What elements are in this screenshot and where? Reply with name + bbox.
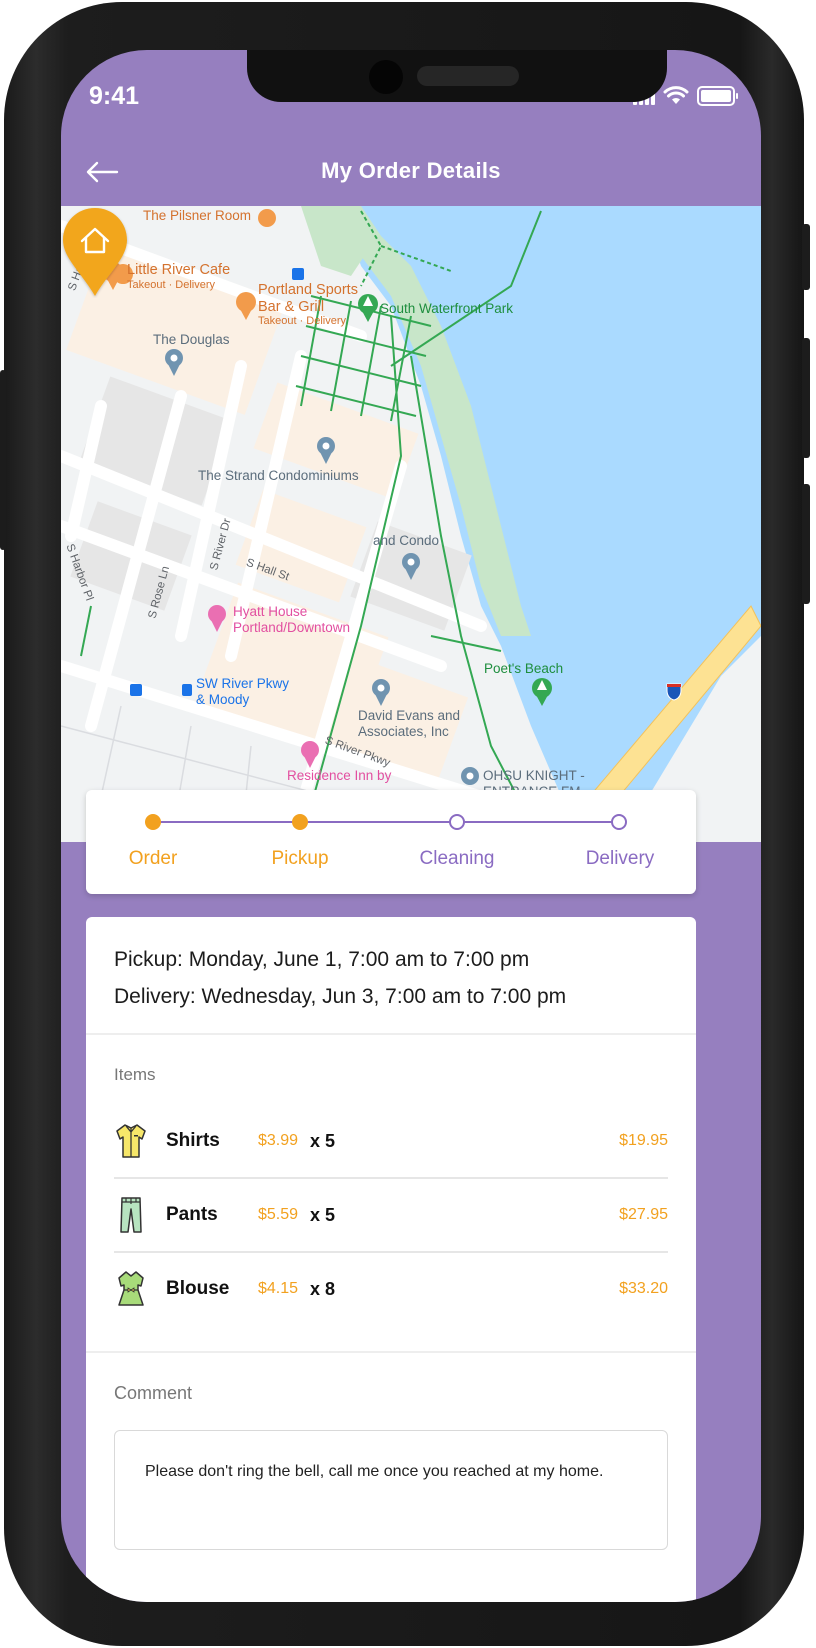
items-label: Items [114,1065,156,1084]
power-button [802,484,810,604]
schedule-section: Pickup: Monday, June 1, 7:00 am to 7:00 … [86,917,696,1035]
volume-down-button [802,338,810,458]
home-pin-icon[interactable] [61,206,129,298]
map-label-sw-river-line1: SW River Pkwy [196,676,290,691]
pickup-schedule: Pickup: Monday, June 1, 7:00 am to 7:00 … [114,948,530,971]
map-label-portland-sports-sub: Takeout · Delivery [258,315,347,328]
item-row-pants: Pants $5.59 x 5 $27.95 [114,1179,668,1253]
pin-south-waterfront [358,294,378,322]
step-dot-order [145,814,161,830]
map-label-strand[interactable]: The Strand Condominiums [198,468,359,484]
order-progress-tracker: Order Pickup Cleaning Delivery [86,790,696,894]
page-title: My Order Details [321,158,501,183]
map-label-ohsu-line1: OHSU KNIGHT - [483,768,585,783]
item-total: $19.95 [619,1132,668,1149]
map-label-little-river-sub: Takeout · Delivery [127,278,216,291]
items-list: Shirts $3.99 x 5 $19.95 Pants $5.59 x 5 … [86,1105,696,1325]
pin-bus [130,684,142,696]
map-label-hyatt-line2: Portland/Downtown [233,619,351,635]
pin-pilsner [258,209,276,227]
item-total: $27.95 [619,1206,668,1223]
map-label-hyatt[interactable]: Hyatt House Portland/Downtown [233,604,350,635]
shirt-icon [116,1124,146,1158]
map-label-south-waterfront[interactable]: South Waterfront Park [380,301,513,317]
progress-line [153,821,619,823]
camera [369,60,403,94]
phone-frame: 9:41 My Order Details The Pilsner Room L… [0,2,810,1646]
order-details-card: Pickup: Monday, June 1, 7:00 am to 7:00 … [86,917,696,1602]
step-label-order: Order [128,848,178,869]
back-arrow-icon[interactable] [83,152,123,192]
item-quantity: x 8 [310,1278,336,1299]
status-time: 9:41 [89,82,140,110]
item-name: Pants [166,1204,218,1225]
step-label-cleaning: Cleaning [419,848,495,869]
item-unit-price: $3.99 [258,1132,299,1149]
step-dot-delivery [611,814,627,830]
map-label-portland-sports[interactable]: Portland Sports Bar & Grill Takeout · De… [258,282,358,328]
item-quantity: x 5 [310,1204,336,1225]
map-label-sw-river[interactable]: SW River Pkwy & Moody [196,676,289,707]
map-label-hyatt-line1: Hyatt House [233,604,308,619]
map-label-david-evans-line2: Associates, Inc [358,723,449,739]
wifi-icon [663,86,689,104]
map-label-little-river[interactable]: Little River Cafe Takeout · Delivery [127,262,230,291]
mute-switch [0,370,6,550]
step-label-pickup: Pickup [271,848,329,869]
volume-up-button [802,224,810,290]
item-name: Blouse [166,1278,230,1299]
map-label-david-evans[interactable]: David Evans and Associates, Inc [358,708,460,739]
app-screen: 9:41 My Order Details The Pilsner Room L… [61,50,761,1602]
item-total: $33.20 [619,1280,668,1297]
notch [247,50,667,102]
pin-ohsu [461,767,479,785]
pin-bike [292,268,304,280]
delivery-schedule: Delivery: Wednesday, Jun 3, 7:00 am to 7… [114,985,567,1008]
map-view[interactable]: The Pilsner Room Little River Cafe Takeo… [61,206,761,842]
item-quantity: x 5 [310,1130,336,1151]
comment-label: Comment [114,1383,193,1403]
blouse-icon [118,1271,144,1306]
item-row-blouse: Blouse $4.15 x 8 $33.20 [114,1253,668,1325]
comment-field[interactable]: Please don't ring the bell, call me once… [114,1430,668,1550]
map-label-portland-sports-line2: Bar & Grill [258,298,325,315]
item-unit-price: $5.59 [258,1206,299,1223]
item-name: Shirts [166,1130,220,1151]
step-label-delivery: Delivery [585,848,655,869]
step-dot-cleaning [449,814,465,830]
speaker [417,66,519,86]
battery-icon [697,86,738,106]
app-header: My Order Details [61,138,761,204]
map-label-douglas[interactable]: The Douglas [153,332,230,348]
map-label-portland-sports-line1: Portland Sports [258,282,358,298]
item-row-shirts: Shirts $3.99 x 5 $19.95 [114,1105,668,1179]
map-label-little-river-name: Little River Cafe [127,262,231,278]
map-label-pilsner[interactable]: The Pilsner Room [143,208,251,224]
step-dot-pickup [292,814,308,830]
item-unit-price: $4.15 [258,1280,299,1297]
map-label-poets-beach[interactable]: Poet's Beach [484,661,563,677]
pants-icon [120,1197,142,1233]
map-label-david-evans-line1: David Evans and [358,708,461,723]
map-label-strand-condo[interactable]: and Condo [373,533,439,549]
interstate-shield-icon [666,683,682,701]
map-label-sw-river-line2: & Moody [196,691,250,707]
pin-sw-river [182,684,192,696]
map-label-residence-inn[interactable]: Residence Inn by [287,768,391,784]
